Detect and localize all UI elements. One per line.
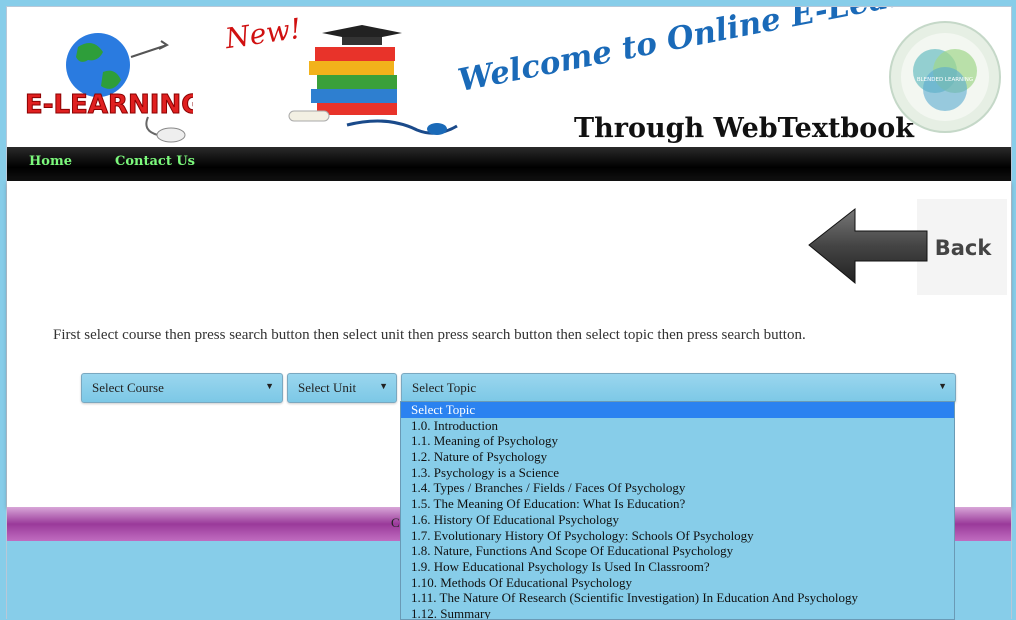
blended-learning-badge: BLENDED LEARNING [889,21,1001,133]
topic-option[interactable]: 1.10. Methods Of Educational Psychology [401,575,954,591]
topic-select[interactable]: Select Topic ▼ [401,373,956,403]
topic-option[interactable]: 1.9. How Educational Psychology Is Used … [401,559,954,575]
topic-option-placeholder[interactable]: Select Topic [401,402,954,418]
topic-option[interactable]: 1.3. Psychology is a Science [401,465,954,481]
chevron-down-icon: ▼ [938,381,947,391]
topic-option[interactable]: 1.1. Meaning of Psychology [401,433,954,449]
topic-select-value: Select Topic [412,380,477,395]
chevron-down-icon: ▼ [379,381,388,391]
chevron-down-icon: ▼ [265,381,274,391]
nav-home-link[interactable]: Home [29,154,72,169]
topic-option[interactable]: 1.6. History Of Educational Psychology [401,512,954,528]
topic-option[interactable]: 1.8. Nature, Functions And Scope Of Educ… [401,543,954,559]
welcome-line2: Through WebTextbook [574,113,915,144]
topic-option[interactable]: 1.5. The Meaning Of Education: What Is E… [401,496,954,512]
topic-option[interactable]: 1.2. Nature of Psychology [401,449,954,465]
unit-select[interactable]: Select Unit ▼ [287,373,397,403]
svg-text:BLENDED LEARNING: BLENDED LEARNING [917,77,973,83]
welcome-title: Welcome to Online E-Learning Through Web… [455,7,984,144]
topic-option[interactable]: 1.11. The Nature Of Research (Scientific… [401,590,954,606]
unit-select-value: Select Unit [298,380,357,395]
topic-dropdown-list[interactable]: Select Topic 1.0. Introduction 1.1. Meanin… [400,401,955,620]
instructions-text: First select course then press search bu… [53,327,806,343]
back-arrow-icon: Back [808,199,1007,295]
footer-text: C [391,515,400,530]
topic-option[interactable]: 1.7. Evolutionary History Of Psychology:… [401,528,954,544]
topic-option[interactable]: 1.0. Introduction [401,418,954,434]
books-graphic [288,25,458,135]
course-select[interactable]: Select Course ▼ [81,373,283,403]
header-banner: E-LEARNING New! Welcome to Online E-Lear… [7,7,1011,147]
svg-text:Back: Back [935,236,993,260]
svg-text:E-LEARNING: E-LEARNING [25,90,193,120]
back-button[interactable]: Back [807,199,1007,295]
course-select-value: Select Course [92,380,164,395]
nav-bar: Home Contact Us [7,147,1011,181]
topic-option[interactable]: 1.4. Types / Branches / Fields / Faces O… [401,480,954,496]
elearning-logo: E-LEARNING [25,33,193,143]
nav-contact-us-link[interactable]: Contact Us [115,154,195,169]
